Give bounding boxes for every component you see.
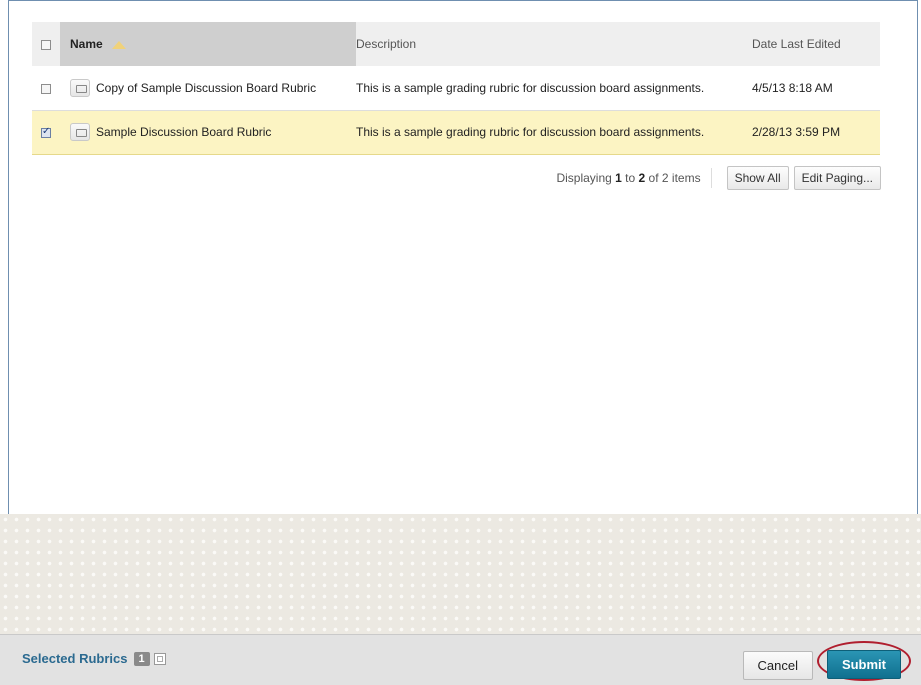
sort-ascending-icon (112, 40, 127, 49)
row-menu-icon[interactable] (70, 123, 90, 141)
rubric-table-container: Name Description Date Last Edited Copy o… (32, 22, 880, 155)
expand-icon[interactable] (153, 652, 166, 665)
select-all-checkbox[interactable] (41, 39, 51, 50)
column-header-description[interactable]: Description (356, 22, 748, 66)
column-header-date-label: Date Last Edited (752, 37, 841, 51)
rubric-name[interactable]: Sample Discussion Board Rubric (96, 125, 271, 139)
row-description: This is a sample grading rubric for disc… (356, 80, 705, 95)
row-name-cell: Sample Discussion Board Rubric (60, 110, 356, 154)
select-all-cell (32, 22, 60, 66)
row-menu-icon[interactable] (70, 78, 90, 97)
selected-rubrics-toggle[interactable]: Selected Rubrics 1 (22, 651, 166, 666)
rubric-table: Name Description Date Last Edited Copy o… (32, 22, 880, 155)
row-date: 2/28/13 3:59 PM (752, 125, 841, 139)
row-name-cell: Copy of Sample Discussion Board Rubric (60, 66, 356, 110)
row-checkbox[interactable] (41, 83, 51, 94)
selected-count-badge: 1 (133, 651, 150, 666)
table-header-row: Name Description Date Last Edited (32, 22, 880, 66)
decorative-pattern-band (0, 514, 921, 634)
row-description: This is a sample grading rubric for disc… (356, 125, 705, 139)
row-checkbox-cell (32, 66, 60, 110)
paging-suffix: of 2 items (645, 171, 701, 185)
column-header-name-label: Name (70, 37, 103, 51)
paging-from: 1 (615, 171, 622, 185)
rubric-name[interactable]: Copy of Sample Discussion Board Rubric (96, 81, 316, 95)
show-all-button[interactable]: Show All (726, 166, 789, 190)
column-header-description-label: Description (356, 37, 417, 51)
row-checkbox[interactable]: ✓ (41, 125, 51, 138)
paging-middle: to (621, 171, 639, 185)
column-header-date[interactable]: Date Last Edited (748, 22, 880, 66)
checkmark-icon: ✓ (42, 125, 51, 137)
table-row[interactable]: Copy of Sample Discussion Board Rubric T… (32, 66, 880, 110)
edit-paging-button[interactable]: Edit Paging... (793, 166, 881, 190)
submit-button[interactable]: Submit (826, 650, 901, 679)
paging-info: Displaying 1 to 2 of 2 items (556, 168, 712, 188)
row-checkbox-cell: ✓ (32, 110, 60, 154)
cancel-button[interactable]: Cancel (742, 651, 813, 680)
paging-bar: Displaying 1 to 2 of 2 items Show All Ed… (556, 166, 881, 190)
row-date: 4/5/13 8:18 AM (752, 80, 833, 95)
selected-rubrics-label: Selected Rubrics (22, 651, 128, 666)
table-row[interactable]: ✓ Sample Discussion Board Rubric This is… (32, 110, 880, 154)
paging-prefix: Displaying (556, 171, 616, 185)
column-header-name[interactable]: Name (60, 22, 356, 66)
dialog-footer: Selected Rubrics 1 Cancel Submit (0, 634, 921, 685)
